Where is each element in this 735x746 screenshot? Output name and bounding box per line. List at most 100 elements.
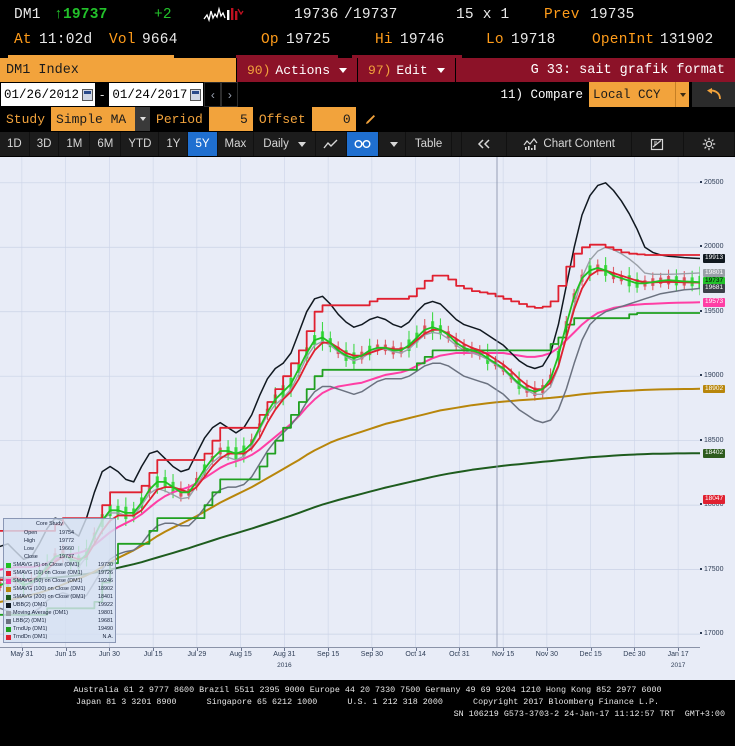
prev-period-button[interactable]: ‹ xyxy=(204,82,222,107)
start-date-input[interactable]: 01/26/2012 xyxy=(0,82,96,107)
pencil-icon[interactable] xyxy=(356,107,385,131)
period-label: Period xyxy=(156,111,203,127)
settings-button[interactable] xyxy=(684,132,735,156)
legend-item[interactable]: SMAVG (200) on Close (DM1) 18401 xyxy=(6,593,113,601)
study-toolbar: Study Simple MA Period 5 Offset 0 xyxy=(0,107,735,131)
volume-label: Vol xyxy=(109,32,136,48)
study-toolbar-spacer xyxy=(385,107,735,131)
legend-item-value: 19922 xyxy=(98,602,113,608)
year-label: 2016 xyxy=(277,662,292,669)
footer-line-3: SN 106219 G573-3703-2 24-Jan-17 11:12:57… xyxy=(453,709,725,720)
calendar-icon[interactable] xyxy=(82,88,93,101)
legend-color-swatch xyxy=(6,570,11,576)
currency-select[interactable]: Local CCY xyxy=(589,82,675,107)
security-value: DM1 Index xyxy=(6,62,79,78)
chart-type-button[interactable] xyxy=(316,132,347,156)
compare-label: Compare xyxy=(530,87,583,102)
chevron-down-icon xyxy=(139,117,146,121)
calendar-icon[interactable] xyxy=(190,88,202,101)
date-tick-mark xyxy=(153,648,155,651)
legend-item-label: SMAVG (200) on Close (DM1) xyxy=(13,594,86,600)
legend-item[interactable]: SMAVG (5) on Close (DM1) 19730 xyxy=(6,561,113,569)
chevron-right-icon: › xyxy=(227,87,232,102)
actions-label: Actions xyxy=(275,62,331,78)
chart-area[interactable]: 20500 20000 19500 19000 18500 18000 17500 17000… xyxy=(0,157,735,680)
collapse-button[interactable] xyxy=(462,132,508,156)
date-axis: May 31 Jun 15 Jun 30 Jul 15 Jul 29 Aug 15 Aug … xyxy=(0,647,700,680)
legend-item-label: SMAVG (10) on Close (DM1) xyxy=(13,570,83,576)
range-button-5y[interactable]: 5Y xyxy=(188,132,218,156)
low-value: 19718 xyxy=(511,32,556,48)
date-tick: May 31 xyxy=(10,651,34,658)
legend-color-swatch xyxy=(6,594,11,600)
annotation-button[interactable] xyxy=(346,132,379,156)
next-period-button[interactable]: › xyxy=(221,82,239,107)
date-tick-mark xyxy=(678,648,680,651)
period-input[interactable]: 5 xyxy=(208,107,253,131)
date-tick: Jun 15 xyxy=(55,651,77,658)
range-button-1y[interactable]: 1Y xyxy=(159,132,189,156)
open-value: 19725 xyxy=(286,32,331,48)
range-button-1d[interactable]: 1D xyxy=(0,132,30,156)
offset-input[interactable]: 0 xyxy=(311,107,356,131)
undo-button[interactable] xyxy=(689,82,735,107)
edit-menu-button[interactable]: 97) Edit xyxy=(358,58,456,82)
range-button-3d[interactable]: 3D xyxy=(30,132,60,156)
legend-item[interactable]: Moving Average (DM1) 19801 xyxy=(6,609,113,617)
range-button-1m[interactable]: 1M xyxy=(59,132,91,156)
end-date-input[interactable]: 01/24/2017 xyxy=(108,82,205,107)
open-label: Op xyxy=(261,32,279,48)
legend-item[interactable]: LBB(2) (DM1) 19681 xyxy=(6,617,113,625)
date-tick: Sep 30 xyxy=(360,651,383,658)
security-input[interactable]: DM1 Index xyxy=(0,58,237,82)
table-button[interactable]: Table xyxy=(406,132,453,156)
legend-item[interactable]: SMAVG (10) on Close (DM1) 19726 xyxy=(6,569,113,577)
legend-item-label: Moving Average (DM1) xyxy=(13,610,69,616)
currency-dropdown-arrow[interactable] xyxy=(675,82,689,107)
price-tick: 17500 xyxy=(700,566,723,573)
quote-row-2: At 11:02d Vol 9664 Op 19725 Hi 19746 Lo … xyxy=(6,28,729,53)
chart-legend[interactable]: Core Study Open 19754 High 19772 Low 19660 Clo… xyxy=(3,518,116,643)
price-tick: 19500 xyxy=(700,308,723,315)
annotation-dropdown[interactable] xyxy=(379,132,406,156)
bid-ask-sep: / xyxy=(344,7,353,23)
date-tick: Jul 15 xyxy=(143,651,163,658)
legend-color-swatch xyxy=(6,634,11,640)
legend-item[interactable]: UBB(2) (DM1) 19922 xyxy=(6,601,113,609)
legend-item[interactable]: SMAVG (50) on Close (DM1) 19246 xyxy=(6,577,113,585)
compare-button[interactable]: 11) Compare xyxy=(500,82,589,107)
bid-ask-size: 15 x 1 xyxy=(456,7,510,23)
price-tag: 18402 xyxy=(703,449,726,458)
range-button-ytd[interactable]: YTD xyxy=(121,132,160,156)
gear-icon xyxy=(702,137,716,151)
price-tick: 20000 xyxy=(700,243,723,250)
footer-line-2: Japan 81 3 3201 8900 Singapore 65 6212 1… xyxy=(76,697,659,708)
at-label: At xyxy=(14,32,32,48)
legend-item-value: N.A. xyxy=(102,634,113,640)
edit-chart-button[interactable] xyxy=(632,132,684,156)
chevron-down-icon xyxy=(389,141,398,147)
range-button-max[interactable]: Max xyxy=(218,132,255,156)
study-select[interactable]: Simple MA xyxy=(51,107,136,131)
legend-item[interactable]: TrndDn (DM1) N.A. xyxy=(6,633,113,641)
legend-ohlc-row: High 19772 xyxy=(24,538,74,544)
interval-select[interactable]: Daily xyxy=(254,132,316,156)
actions-menu-button[interactable]: 90) Actions xyxy=(237,58,359,82)
range-button-6m[interactable]: 6M xyxy=(90,132,122,156)
net-change: +2 xyxy=(154,7,172,23)
date-tick-mark xyxy=(240,648,242,651)
date-tick: Nov 15 xyxy=(492,651,515,658)
date-tick-mark xyxy=(371,648,373,651)
legend-color-swatch xyxy=(6,562,11,568)
price-tick: 17000 xyxy=(700,630,723,637)
bloomberg-terminal-window: DM1 ↑ 19737 +2 19736 / 19737 15 x 1 Prev… xyxy=(0,0,735,746)
study-dropdown-arrow[interactable] xyxy=(135,107,151,131)
legend-item[interactable]: SMAVG (100) on Close (DM1) 18902 xyxy=(6,585,113,593)
legend-item[interactable]: TrndUp (DM1) 19490 xyxy=(6,625,113,633)
header-underline-crimson-1 xyxy=(236,55,338,58)
date-tick: Jun 30 xyxy=(98,651,120,658)
legend-item-label: TrndUp (DM1) xyxy=(13,626,48,632)
price-tag: 19573 xyxy=(703,298,726,307)
chart-content-button[interactable]: Chart Content xyxy=(507,132,632,156)
start-date-value: 01/26/2012 xyxy=(4,87,80,102)
